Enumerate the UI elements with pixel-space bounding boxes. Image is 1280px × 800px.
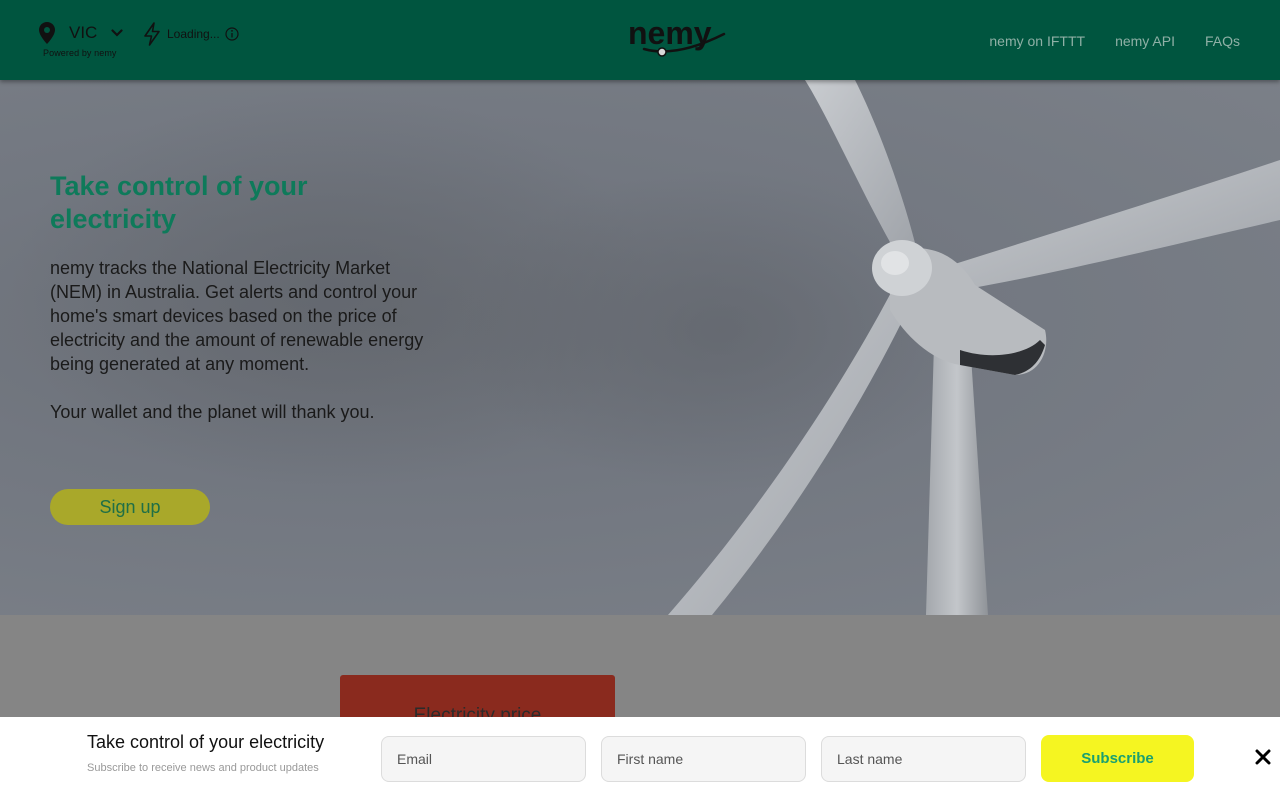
subscribe-button[interactable]: Subscribe — [1041, 735, 1194, 782]
powered-by-label: Powered by nemy — [43, 48, 117, 58]
region-name: VIC — [69, 23, 98, 42]
last-name-field[interactable] — [821, 736, 1026, 782]
subscribe-subtitle: Subscribe to receive news and product up… — [87, 762, 319, 774]
first-name-field[interactable] — [601, 736, 806, 782]
region-selector[interactable]: VIC — [38, 22, 123, 44]
hero-section: Take control of your electricity nemy tr… — [0, 80, 1280, 615]
status-text: Loading... — [167, 27, 220, 41]
subscribe-bar: Take control of your electricity Subscri… — [0, 717, 1280, 800]
close-icon[interactable] — [1254, 748, 1272, 766]
main-nav: nemy on IFTTT nemy API FAQs — [989, 33, 1240, 49]
nav-api-link[interactable]: nemy API — [1115, 33, 1175, 49]
chevron-down-icon[interactable] — [111, 27, 123, 39]
nav-faqs-link[interactable]: FAQs — [1205, 33, 1240, 49]
info-icon[interactable] — [225, 27, 239, 41]
sign-up-button[interactable]: Sign up — [50, 489, 210, 525]
lightning-bolt-icon — [144, 22, 160, 46]
nav-ifttt-link[interactable]: nemy on IFTTT — [989, 33, 1085, 49]
email-field[interactable] — [381, 736, 586, 782]
hero-title: Take control of your electricity — [50, 171, 308, 234]
site-header: VIC Powered by nemy Loading... nemy nemy… — [0, 0, 1280, 80]
hero-description: nemy tracks the National Electricity Mar… — [50, 258, 424, 422]
location-pin-icon — [39, 22, 55, 44]
subscribe-title: Take control of your electricity — [87, 732, 325, 752]
price-status: Loading... — [143, 22, 239, 46]
nemy-logo[interactable]: nemy — [626, 16, 728, 60]
hero-text-block: Take control of your electricity nemy tr… — [50, 170, 430, 424]
